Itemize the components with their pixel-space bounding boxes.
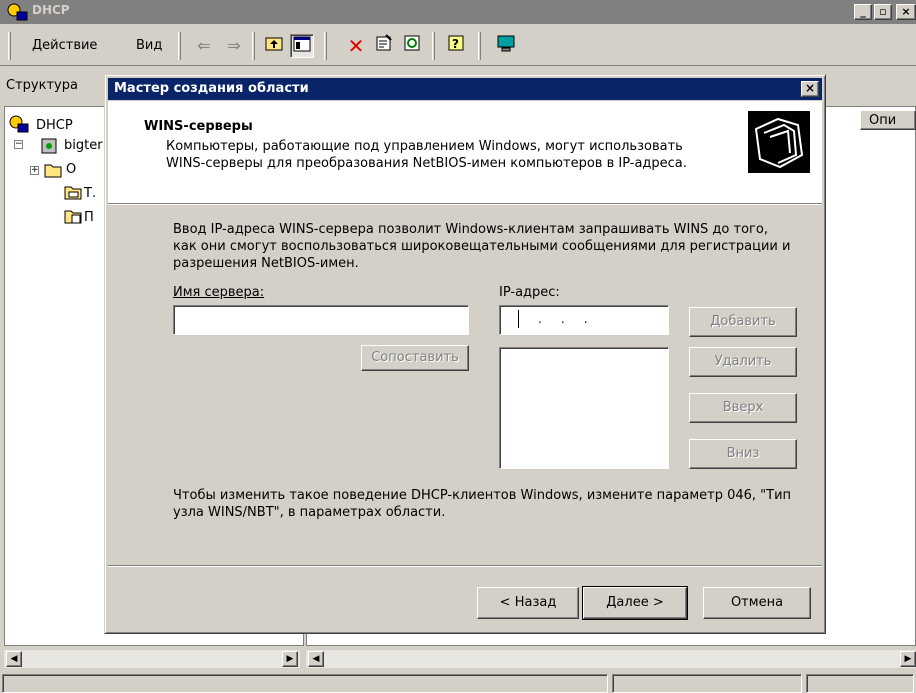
- server-name-label: Имя сервера:: [173, 285, 265, 300]
- footer-note: Чтобы изменить такое поведение DHCP-клие…: [173, 488, 792, 520]
- folder-icon: [44, 164, 62, 178]
- wins-server-list[interactable]: [499, 347, 669, 469]
- dialog-close-button[interactable]: ×: [801, 81, 819, 97]
- scroll-right-icon[interactable]: ▶: [282, 651, 298, 667]
- close-button[interactable]: ×: [896, 4, 916, 20]
- refresh-icon[interactable]: [400, 34, 424, 58]
- status-cell: [2, 674, 608, 693]
- delete-icon[interactable]: ✕: [344, 34, 368, 58]
- minimize-button[interactable]: _: [854, 4, 872, 20]
- scroll-right-icon[interactable]: ▶: [900, 651, 916, 667]
- ip-address-input[interactable]: . . .: [499, 305, 669, 335]
- header-separator: [108, 203, 822, 205]
- menu-toolbar: Действие Вид ⇐ ⇒ ✕ ?: [0, 26, 916, 66]
- cancel-button[interactable]: Отмена: [703, 587, 811, 619]
- show-hide-tree-icon[interactable]: [290, 34, 314, 58]
- dialog-title: Мастер создания области: [114, 81, 309, 96]
- toolbar-separator: [432, 32, 435, 60]
- toolbar-grip: [8, 32, 11, 60]
- tree-item-dhcp[interactable]: DHCP: [36, 118, 73, 133]
- page-description: Компьютеры, работающие под управлением W…: [166, 139, 687, 171]
- page-title: WINS-серверы: [144, 119, 253, 134]
- toolbar-separator: [324, 32, 327, 60]
- resolve-button[interactable]: Сопоставить: [361, 345, 469, 371]
- tree-item-child-2[interactable]: Т.: [84, 186, 96, 201]
- details-hscrollbar[interactable]: [306, 650, 916, 668]
- scroll-left-icon[interactable]: ◀: [308, 651, 324, 667]
- menu-action[interactable]: Действие: [32, 38, 97, 53]
- dhcp-root-icon: [9, 115, 29, 133]
- next-button[interactable]: Далее >: [582, 586, 688, 620]
- svg-text:?: ?: [452, 37, 459, 51]
- ip-address-label: IP-адрес:: [499, 285, 560, 300]
- text-cursor: [518, 310, 519, 328]
- toolbar-separator: [478, 32, 481, 60]
- remove-button[interactable]: Удалить: [689, 347, 797, 377]
- tab-structure[interactable]: Структура: [6, 78, 78, 93]
- move-down-button[interactable]: Вниз: [689, 439, 797, 469]
- up-folder-icon[interactable]: [262, 34, 286, 58]
- server-name-input[interactable]: [173, 305, 469, 335]
- scope-wizard-dialog: Мастер создания области × WINS-серверы К…: [104, 74, 826, 634]
- folder-icon: [64, 210, 82, 224]
- wizard-header: WINS-серверы Компьютеры, работающие под …: [108, 101, 822, 203]
- maximize-button[interactable]: ▫: [874, 4, 892, 20]
- tree-item-server[interactable]: bigter: [64, 138, 103, 153]
- scroll-left-icon[interactable]: ◀: [6, 651, 22, 667]
- main-window-title: DHCP: [32, 3, 70, 17]
- toolbar-separator: [178, 32, 181, 60]
- back-button[interactable]: < Назад: [477, 587, 579, 619]
- menu-view[interactable]: Вид: [136, 38, 162, 53]
- folder-icon: [64, 186, 82, 200]
- status-cell: [806, 674, 914, 693]
- forward-arrow-icon[interactable]: ⇒: [222, 34, 246, 58]
- toolbar-separator: [252, 32, 255, 60]
- main-titlebar: DHCP _ ▫ ×: [0, 0, 916, 24]
- tree-item-child-1[interactable]: О: [66, 162, 76, 177]
- dialog-titlebar[interactable]: Мастер создания области ×: [108, 78, 822, 100]
- help-icon[interactable]: ?: [444, 34, 468, 58]
- back-arrow-icon[interactable]: ⇐: [192, 34, 216, 58]
- status-cell: [612, 674, 802, 693]
- instruction-text: Ввод IP-адреса WINS-сервера позволит Win…: [173, 222, 791, 271]
- tree-hscrollbar[interactable]: [4, 650, 300, 668]
- dhcp-app-icon: [7, 3, 28, 21]
- footer-separator: [108, 565, 822, 567]
- tree-collapse-toggle[interactable]: −: [14, 140, 23, 149]
- tree-item-child-3[interactable]: П: [84, 210, 94, 225]
- column-header-description[interactable]: Опи: [860, 110, 916, 130]
- move-up-button[interactable]: Вверх: [689, 393, 797, 423]
- wins-folders-icon: [748, 111, 810, 173]
- properties-icon[interactable]: [372, 34, 396, 58]
- server-icon: [41, 138, 57, 154]
- add-button[interactable]: Добавить: [689, 307, 797, 337]
- tree-expand-toggle[interactable]: +: [30, 166, 39, 175]
- console-icon[interactable]: [494, 34, 518, 58]
